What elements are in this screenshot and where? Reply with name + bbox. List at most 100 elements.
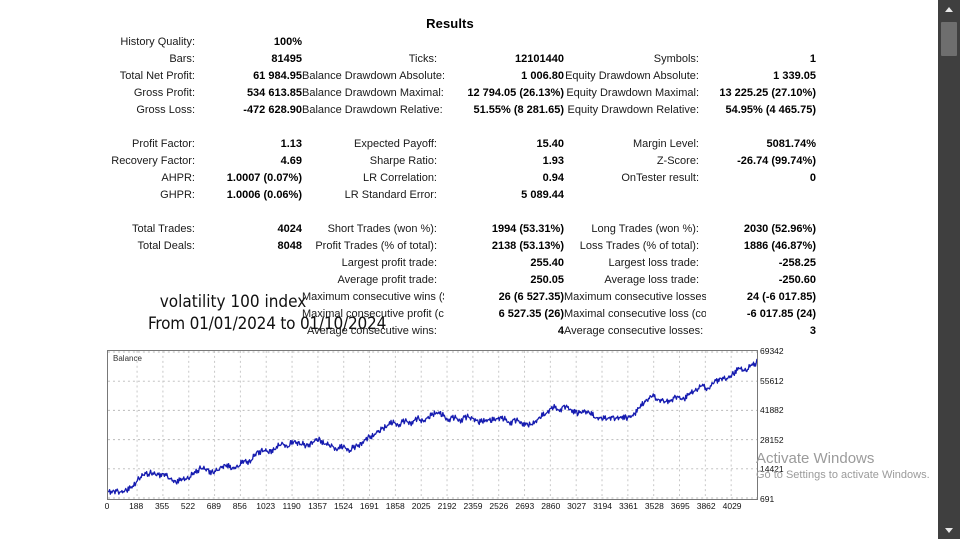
chart-x-tick-label: 0	[104, 501, 110, 511]
stat-value: 3	[809, 325, 816, 337]
stat-value: 1.13	[280, 138, 302, 150]
scroll-up-button[interactable]	[938, 0, 960, 18]
balance-chart-canvas	[108, 351, 757, 499]
stat-label: LR Correlation:	[363, 172, 437, 184]
stat-row: AHPR: 1.0007 (0.07%) LR Correlation: 0.94 On…	[0, 170, 920, 187]
stat-value: 81495	[271, 53, 302, 65]
balance-chart[interactable]: Balance	[107, 350, 758, 500]
stat-cell: AHPR: 1.0007 (0.07%)	[0, 170, 302, 187]
stat-value: 250.05	[530, 274, 564, 286]
stat-label: Recovery Factor:	[111, 155, 195, 167]
stat-group-ratios: Profit Factor: 1.13 Expected Payoff: 15.40 M…	[0, 136, 920, 204]
stat-value: -250.60	[778, 274, 816, 286]
stat-cell: OnTester result: 0	[564, 170, 816, 187]
chart-x-tick-label: 1691	[359, 501, 379, 511]
stat-label: Profit Factor:	[132, 138, 195, 150]
stat-row: Average consecutive wins: 4 Average consec…	[0, 323, 920, 340]
page-title: Results	[426, 16, 474, 31]
stat-row: Total Trades: 4024 Short Trades (won %): 19…	[0, 221, 920, 238]
stat-value: 4024	[277, 223, 302, 235]
stat-cell: Sharpe Ratio: 1.93	[302, 153, 564, 170]
stat-value: 61 984.95	[253, 70, 302, 82]
stat-cell: Equity Drawdown Absolute: 1 339.05	[564, 68, 816, 85]
stat-cell: Short Trades (won %): 1994 (53.31%)	[302, 221, 564, 238]
stat-row: Recovery Factor: 4.69 Sharpe Ratio: 1.93 Z-S…	[0, 153, 920, 170]
stat-value: 4.69	[280, 155, 302, 167]
stat-cell: Profit Factor: 1.13	[0, 136, 302, 153]
stat-label: Gross Profit:	[133, 87, 195, 99]
stat-value: 26 (6 527.35)	[498, 291, 564, 303]
stat-cell: Maximum consecutive losses ($): 24 (-6 01…	[564, 289, 816, 306]
stat-value: 0	[809, 172, 816, 184]
stat-value	[706, 34, 816, 51]
vertical-scrollbar[interactable]	[938, 0, 960, 539]
stat-value: 5081.74%	[766, 138, 816, 150]
stat-value: 13 225.25 (27.10%)	[719, 87, 816, 99]
stat-cell: Bars: 81495	[0, 51, 302, 68]
stat-label: Largest loss trade:	[608, 257, 700, 269]
stat-label: Total Deals:	[137, 240, 195, 252]
stat-row: Largest profit trade: 255.40 Largest loss …	[0, 255, 920, 272]
stat-value: 1 339.05	[773, 70, 816, 82]
stat-cell: GHPR: 1.0006 (0.06%)	[0, 187, 302, 204]
stat-value: 4	[557, 325, 564, 337]
stat-value: -258.25	[778, 257, 816, 269]
chart-x-tick-label: 3528	[644, 501, 664, 511]
stat-value: 24 (-6 017.85)	[746, 291, 816, 303]
stat-value: 51.55% (8 281.65)	[473, 104, 564, 116]
stat-row: Average profit trade: 250.05 Average loss …	[0, 272, 920, 289]
chevron-up-icon	[945, 6, 953, 12]
stat-label: Loss Trades (% of total):	[579, 240, 699, 252]
stat-label: Total Trades:	[132, 223, 195, 235]
stat-value: 100%	[273, 36, 302, 48]
stat-value	[202, 272, 302, 289]
chart-x-tick-label: 2860	[541, 501, 561, 511]
stat-cell: Equity Drawdown Relative: 54.95% (4 465.7…	[564, 102, 816, 119]
stat-value: -472 628.90	[243, 104, 302, 116]
balance-line-series	[108, 358, 757, 495]
stat-label: Maximum consecutive wins ($):	[302, 291, 444, 303]
stat-value: 54.95% (4 465.75)	[725, 104, 816, 116]
stat-cell: Profit Trades (% of total): 2138 (53.13%)	[302, 238, 564, 255]
chart-legend-balance: Balance	[113, 354, 142, 363]
stat-label: Average profit trade:	[337, 274, 437, 286]
stat-label: Equity Drawdown Relative:	[567, 104, 699, 116]
stat-row: Total Deals: 8048 Profit Trades (% of tota…	[0, 238, 920, 255]
stat-row: GHPR: 1.0006 (0.06%) LR Standard Error: 5 0…	[0, 187, 920, 204]
stat-cell: LR Standard Error: 5 089.44	[302, 187, 564, 204]
stat-cell	[564, 187, 816, 204]
chart-x-tick-label: 3862	[696, 501, 716, 511]
stat-row: Bars: 81495 Ticks: 12101440 Symbols: 1	[0, 51, 920, 68]
stat-value: -6 017.85 (24)	[746, 308, 816, 320]
stat-label: LR Standard Error:	[344, 189, 437, 201]
stat-cell: Balance Drawdown Absolute: 1 006.80	[302, 68, 564, 85]
stat-value: 1.93	[542, 155, 564, 167]
stat-cell: Total Net Profit: 61 984.95	[0, 68, 302, 85]
chart-x-tick-label: 3194	[593, 501, 612, 511]
scrollbar-thumb[interactable]	[941, 22, 957, 56]
stat-cell: Margin Level: 5081.74%	[564, 136, 816, 153]
scroll-down-button[interactable]	[938, 521, 960, 539]
stat-value: 255.40	[530, 257, 564, 269]
stat-label: Balance Drawdown Maximal:	[302, 87, 444, 99]
stat-cell: Average loss trade: -250.60	[564, 272, 816, 289]
stat-cell: Largest loss trade: -258.25	[564, 255, 817, 272]
stat-value: 0.94	[542, 172, 564, 184]
stat-value: 1.0007 (0.07%)	[226, 172, 302, 184]
stat-label: Sharpe Ratio:	[369, 155, 437, 167]
chart-x-tick-label: 2359	[463, 501, 483, 511]
stat-group-trades: Total Trades: 4024 Short Trades (won %): 19…	[0, 221, 920, 340]
stat-cell: Loss Trades (% of total): 1886 (46.87%)	[564, 238, 816, 255]
stat-value	[444, 34, 564, 51]
chart-x-tick-label: 2526	[489, 501, 509, 511]
stat-cell	[0, 272, 302, 289]
chart-y-tick-label: 691	[760, 494, 775, 504]
chart-x-tick-label: 3027	[567, 501, 587, 511]
stat-label: Expected Payoff:	[354, 138, 437, 150]
chart-x-tick-label: 1858	[385, 501, 405, 511]
stat-label: History Quality:	[120, 36, 195, 48]
statistics-grid: History Quality: 100% Bars: 81495 Ticks: 1210…	[0, 34, 920, 340]
stat-label: Maximal consecutive loss (count):	[564, 308, 706, 320]
stat-label: GHPR:	[160, 189, 195, 201]
chart-x-tick-label: 3361	[618, 501, 638, 511]
